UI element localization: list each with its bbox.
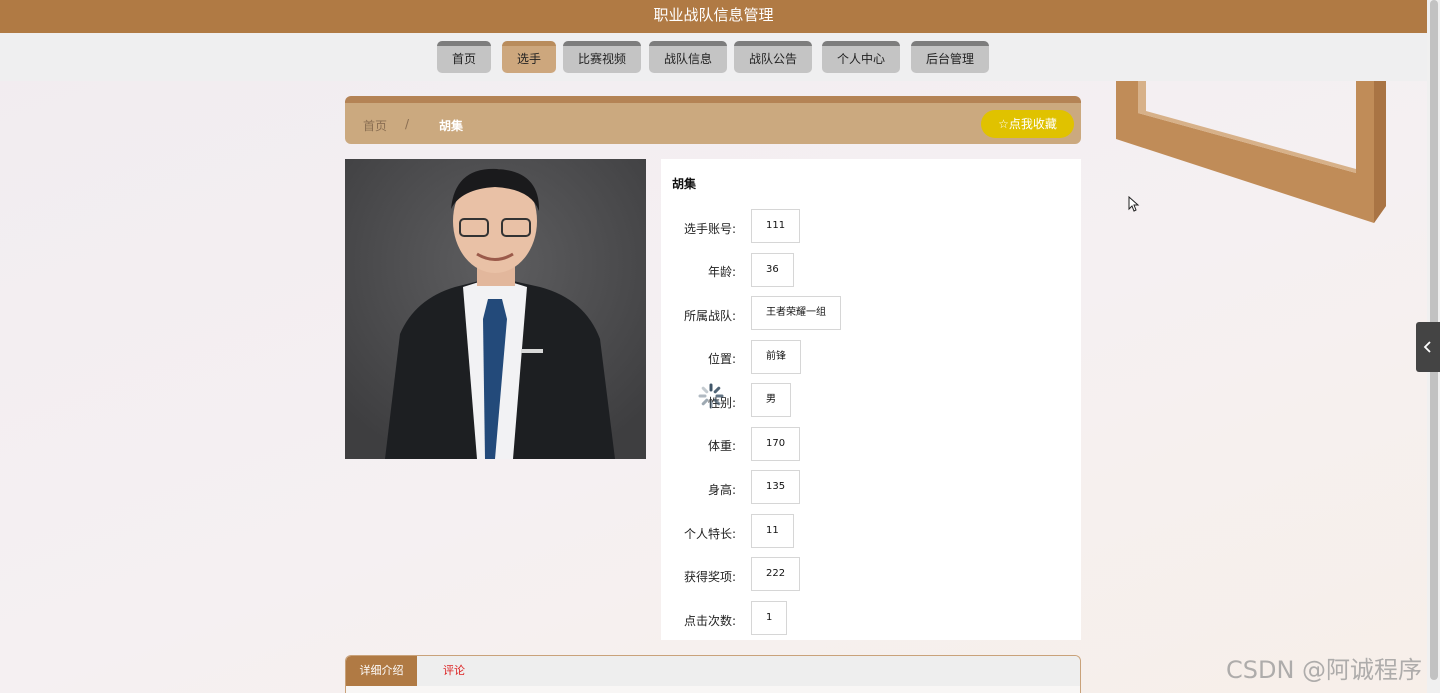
- field-label-age: 年龄:: [707, 265, 736, 279]
- tab-detail-intro[interactable]: 详细介绍: [346, 656, 417, 686]
- field-value-position: 前锋: [751, 340, 801, 374]
- field-value-account: 111: [751, 209, 801, 243]
- breadcrumb-home-link[interactable]: 首页: [363, 117, 387, 134]
- field-value-height: 135: [751, 470, 801, 504]
- field-label-click-count: 点击次数:: [683, 614, 736, 628]
- breadcrumb: 首页 / 胡集 ☆点我收藏: [345, 96, 1081, 144]
- mouse-cursor-icon: [1128, 196, 1140, 212]
- field-label-position: 位置:: [707, 352, 736, 366]
- field-value-age: 36: [751, 253, 794, 287]
- field-value-team: 王者荣耀一组: [751, 296, 841, 330]
- side-panel-toggle[interactable]: [1416, 322, 1440, 372]
- field-value-click-count: 1: [751, 601, 788, 635]
- chevron-left-icon: [1423, 341, 1431, 353]
- nav-item-admin[interactable]: 后台管理: [911, 41, 989, 73]
- main-nav: 首页 选手 比赛视频 战队信息 战队公告 个人中心 后台管理: [0, 33, 1427, 81]
- field-value-awards: 222: [751, 557, 801, 591]
- player-info-panel: 胡集 选手账号: 111 年龄: 36 所属战队: 王者荣耀一组 位置: 前锋 …: [661, 159, 1081, 640]
- field-label-height: 身高:: [707, 483, 736, 497]
- player-name: 胡集: [672, 177, 697, 191]
- nav-item-match-videos[interactable]: 比赛视频: [563, 41, 641, 73]
- app-title: 职业战队信息管理: [653, 6, 774, 24]
- tab-comments[interactable]: 评论: [442, 656, 466, 686]
- favorite-button[interactable]: ☆点我收藏: [981, 110, 1074, 138]
- nav-item-team-notices[interactable]: 战队公告: [734, 41, 812, 73]
- player-portrait-image: [345, 159, 646, 459]
- watermark: CSDN @阿诚程序: [1226, 656, 1423, 684]
- breadcrumb-separator: /: [405, 117, 410, 131]
- nav-item-team-info[interactable]: 战队信息: [649, 41, 727, 73]
- app-header: 职业战队信息管理: [0, 0, 1427, 33]
- field-label-account: 选手账号:: [683, 222, 736, 236]
- field-label-weight: 体重:: [707, 439, 736, 453]
- field-value-weight: 170: [751, 427, 801, 461]
- nav-item-personal-center[interactable]: 个人中心: [822, 41, 900, 73]
- favorite-button-label: ☆点我收藏: [998, 117, 1057, 131]
- field-value-gender: 男: [751, 383, 791, 417]
- breadcrumb-current: 胡集: [439, 119, 464, 133]
- decorative-frame: [1116, 81, 1386, 223]
- player-photo: [345, 159, 646, 459]
- nav-item-players[interactable]: 选手: [502, 41, 556, 73]
- field-label-team: 所属战队:: [683, 309, 736, 323]
- field-label-specialty: 个人特长:: [683, 527, 736, 541]
- loading-spinner-icon: [698, 383, 724, 409]
- field-value-specialty: 11: [751, 514, 794, 548]
- field-label-awards: 获得奖项:: [683, 570, 736, 584]
- detail-tabs: 详细介绍 评论: [345, 655, 1081, 693]
- nav-item-home[interactable]: 首页: [437, 41, 491, 73]
